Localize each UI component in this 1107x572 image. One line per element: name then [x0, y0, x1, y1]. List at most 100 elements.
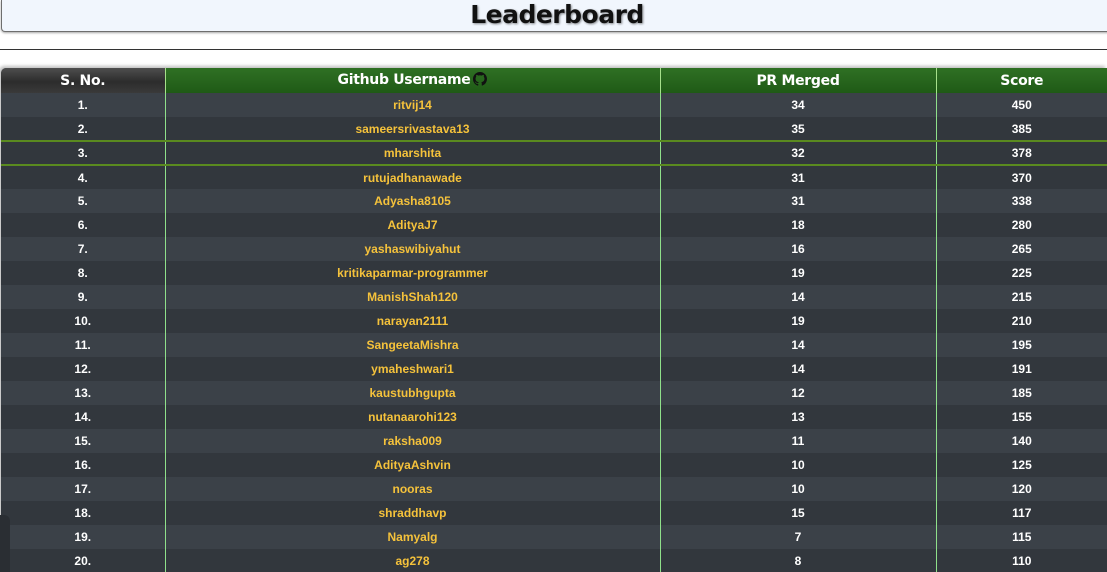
column-header-score: Score [935, 68, 1107, 93]
cell-pr: 12 [660, 381, 936, 405]
table-row: 11. SangeetaMishra 14 195 [1, 333, 1107, 357]
cell-sno: 18. [1, 501, 165, 525]
column-header-score-label: Score [1000, 72, 1044, 89]
table-row: 15. raksha009 11 140 [1, 429, 1107, 453]
cell-score: 370 [935, 165, 1107, 189]
cell-username-link[interactable]: ymaheshwari1 [164, 357, 661, 381]
table-row: 20. ag278 8 110 [1, 549, 1107, 572]
cell-pr: 8 [660, 549, 936, 572]
cell-sno: 13. [1, 381, 165, 405]
github-icon [473, 71, 488, 90]
cell-username-link[interactable]: nutanaarohi123 [164, 405, 661, 429]
cell-sno: 19. [1, 525, 165, 549]
cell-username-link[interactable]: kaustubhgupta [164, 381, 661, 405]
table-row: 10. narayan2111 19 210 [1, 309, 1107, 333]
cell-username-link[interactable]: rutujadhanawade [164, 165, 661, 189]
cell-username-link[interactable]: mharshita [164, 140, 661, 166]
cell-pr: 10 [660, 477, 936, 501]
table-row: 14. nutanaarohi123 13 155 [1, 405, 1107, 429]
table-row: 9. ManishShah120 14 215 [1, 285, 1107, 309]
cell-sno: 2. [1, 117, 165, 141]
cell-username-link[interactable]: SangeetaMishra [164, 333, 661, 357]
cell-sno: 20. [1, 549, 165, 572]
cell-score: 140 [935, 429, 1107, 453]
cell-pr: 14 [660, 357, 936, 381]
leaderboard-table: S. No. Github Username PR Merged Score 1… [1, 68, 1107, 572]
table-row: 17. nooras 10 120 [1, 477, 1107, 501]
cell-pr: 19 [660, 261, 936, 285]
column-header-username: Github Username [164, 68, 660, 93]
cell-score: 215 [935, 285, 1107, 309]
cell-score: 280 [935, 213, 1107, 237]
table-header-row: S. No. Github Username PR Merged Score [1, 68, 1107, 93]
cell-pr: 19 [660, 309, 936, 333]
cell-username-link[interactable]: Namyalg [164, 525, 661, 549]
cell-sno: 3. [1, 140, 165, 166]
cell-score: 120 [935, 477, 1107, 501]
cell-username-link[interactable]: ag278 [164, 549, 661, 572]
cell-pr: 35 [660, 117, 936, 141]
cell-score: 155 [935, 405, 1107, 429]
table-row: 6. AdityaJ7 18 280 [1, 213, 1107, 237]
cell-sno: 8. [1, 261, 165, 285]
cell-pr: 32 [660, 140, 936, 166]
cell-score: 185 [935, 381, 1107, 405]
table-row: 7. yashaswibiyahut 16 265 [1, 237, 1107, 261]
cell-username-link[interactable]: sameersrivastava13 [164, 117, 661, 141]
cell-username-link[interactable]: nooras [164, 477, 661, 501]
column-header-pr-label: PR Merged [756, 72, 840, 89]
cell-score: 210 [935, 309, 1107, 333]
cell-pr: 31 [660, 165, 936, 189]
cell-username-link[interactable]: ritvij14 [164, 93, 661, 117]
cell-sno: 14. [1, 405, 165, 429]
cell-sno: 5. [1, 189, 165, 213]
scrollbar-handle[interactable] [0, 515, 10, 572]
cell-score: 110 [935, 549, 1107, 572]
cell-pr: 10 [660, 453, 936, 477]
cell-pr: 7 [660, 525, 936, 549]
title-bar: Leaderboard [1, 0, 1107, 32]
cell-pr: 14 [660, 333, 936, 357]
cell-score: 115 [935, 525, 1107, 549]
cell-username-link[interactable]: ManishShah120 [164, 285, 661, 309]
cell-sno: 17. [1, 477, 165, 501]
table-row: 8. kritikaparmar-programmer 19 225 [1, 261, 1107, 285]
cell-score: 338 [935, 189, 1107, 213]
cell-username-link[interactable]: shraddhavp [164, 501, 661, 525]
cell-score: 191 [935, 357, 1107, 381]
cell-sno: 10. [1, 309, 165, 333]
table-row-highlighted: 3. mharshita 32 378 [1, 140, 1107, 166]
column-header-sno: S. No. [1, 68, 165, 93]
cell-username-link[interactable]: Adyasha8105 [164, 189, 661, 213]
cell-pr: 14 [660, 285, 936, 309]
divider [0, 49, 1107, 50]
cell-username-link[interactable]: AdityaJ7 [164, 213, 661, 237]
column-header-pr: PR Merged [659, 68, 936, 93]
cell-username-link[interactable]: AdityaAshvin [164, 453, 661, 477]
cell-username-link[interactable]: raksha009 [164, 429, 661, 453]
table-row: 18. shraddhavp 15 117 [1, 501, 1107, 525]
cell-pr: 18 [660, 213, 936, 237]
cell-pr: 11 [660, 429, 936, 453]
table-row: 19. Namyalg 7 115 [1, 525, 1107, 549]
cell-score: 195 [935, 333, 1107, 357]
cell-sno: 12. [1, 357, 165, 381]
leaderboard-body: 1. ritvij14 34 450 2. sameersrivastava13… [1, 93, 1107, 572]
cell-pr: 13 [660, 405, 936, 429]
page-title: Leaderboard [470, 0, 644, 29]
cell-username-link[interactable]: narayan2111 [164, 309, 661, 333]
leaderboard-table-container[interactable]: S. No. Github Username PR Merged Score 1… [1, 68, 1107, 572]
column-header-username-label: Github Username [337, 71, 471, 88]
cell-username-link[interactable]: yashaswibiyahut [164, 237, 661, 261]
table-row: 13. kaustubhgupta 12 185 [1, 381, 1107, 405]
cell-sno: 1. [1, 93, 165, 117]
table-row: 1. ritvij14 34 450 [1, 93, 1107, 117]
cell-pr: 16 [660, 237, 936, 261]
cell-username-link[interactable]: kritikaparmar-programmer [164, 261, 661, 285]
column-header-sno-label: S. No. [60, 72, 106, 89]
cell-score: 450 [935, 93, 1107, 117]
cell-sno: 11. [1, 333, 165, 357]
cell-score: 385 [935, 117, 1107, 141]
cell-sno: 16. [1, 453, 165, 477]
table-row: 5. Adyasha8105 31 338 [1, 189, 1107, 213]
